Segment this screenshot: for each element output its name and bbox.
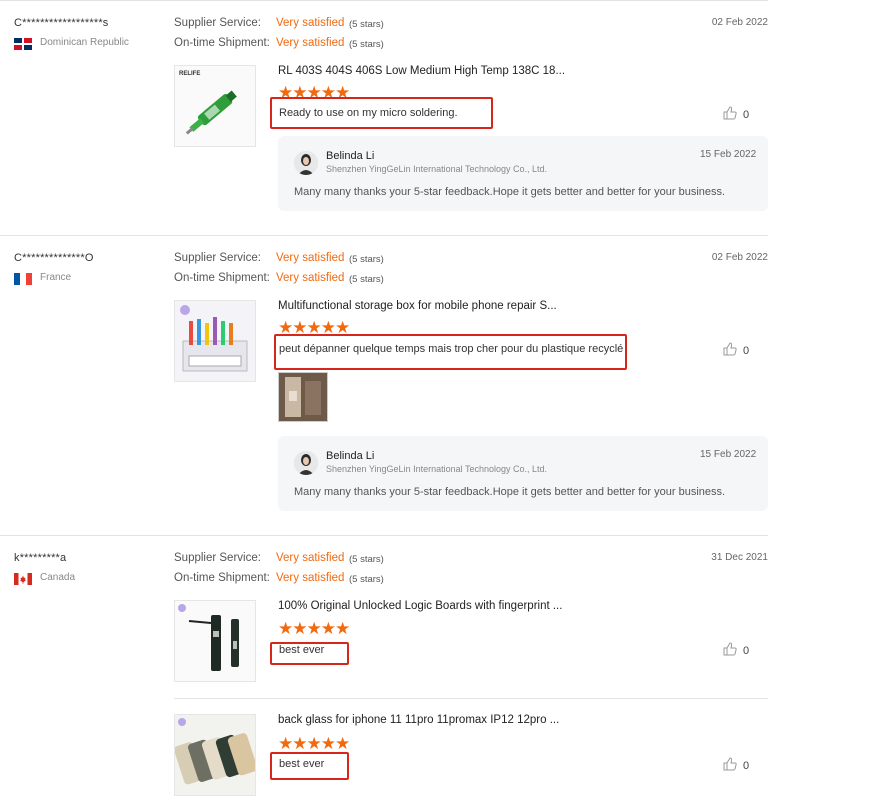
like-count: 0: [743, 344, 750, 357]
like-count: 0: [743, 644, 750, 657]
reply-date: 15 Feb 2022: [700, 449, 757, 460]
highlight-box: [274, 334, 627, 370]
review-photo[interactable]: [278, 372, 328, 422]
seller-avatar: [294, 451, 318, 475]
shipment-label: On-time Shipment:: [174, 272, 270, 284]
reply-text: Many many thanks your 5-star feedback.Ho…: [294, 186, 726, 198]
seller-name: Belinda Li: [326, 150, 375, 162]
buyer-country: France: [40, 272, 72, 283]
like-count: 0: [743, 108, 750, 121]
highlight-box: [270, 97, 493, 129]
supplier-service-value: Very satisfied: [276, 552, 345, 564]
flag-canada-icon: [14, 572, 32, 585]
shipment-value: Very satisfied: [276, 572, 345, 584]
like-button[interactable]: 0: [723, 757, 749, 774]
shipment-value: Very satisfied: [276, 37, 345, 49]
supplier-service-label: Supplier Service:: [174, 552, 261, 564]
product-rating-stars: ★★★★★: [278, 734, 350, 753]
seller-reply: Belinda Li Shenzhen YingGeLin Internatio…: [278, 136, 768, 211]
seller-reply: Belinda Li Shenzhen YingGeLin Internatio…: [278, 436, 768, 511]
product-image[interactable]: [174, 300, 256, 382]
like-button[interactable]: 0: [723, 342, 749, 359]
flag-dominican-republic-icon: [14, 37, 32, 50]
review-date: 02 Feb 2022: [711, 17, 768, 28]
like-count: 0: [743, 759, 750, 772]
product-title[interactable]: back glass for iphone 11 11pro 11promax …: [278, 714, 559, 726]
divider: [0, 0, 768, 1]
product-title[interactable]: 100% Original Unlocked Logic Boards with…: [278, 600, 562, 612]
supplier-service-stars: (5 stars): [349, 19, 384, 30]
reply-date: 15 Feb 2022: [700, 149, 757, 160]
supplier-service-value: Very satisfied: [276, 17, 345, 29]
product-image[interactable]: [174, 714, 256, 796]
divider: [0, 535, 768, 536]
reply-text: Many many thanks your 5-star feedback.Ho…: [294, 486, 726, 498]
divider: [0, 235, 768, 236]
seller-avatar: [294, 151, 318, 175]
like-button[interactable]: 0: [723, 106, 749, 123]
supplier-service-label: Supplier Service:: [174, 17, 261, 29]
product-image[interactable]: [174, 600, 256, 682]
buyer-name: k*********a: [14, 552, 67, 564]
divider: [174, 698, 768, 699]
like-button[interactable]: 0: [723, 642, 749, 659]
thumbs-up-icon: [723, 757, 737, 774]
shipment-label: On-time Shipment:: [174, 572, 270, 584]
buyer-name: C******************s: [14, 17, 109, 29]
flag-france-icon: [14, 272, 32, 285]
supplier-service-stars: (5 stars): [349, 554, 384, 565]
product-title[interactable]: Multifunctional storage box for mobile p…: [278, 300, 557, 312]
buyer-country: Canada: [40, 572, 76, 583]
review-date: 31 Dec 2021: [711, 552, 768, 563]
highlight-box: [270, 752, 349, 780]
highlight-box: [270, 642, 349, 665]
product-rating-stars: ★★★★★: [278, 619, 350, 638]
supplier-service-label: Supplier Service:: [174, 252, 261, 264]
thumbs-up-icon: [723, 342, 737, 359]
review-date: 02 Feb 2022: [711, 252, 768, 263]
shipment-stars: (5 stars): [349, 274, 384, 285]
shipment-value: Very satisfied: [276, 272, 345, 284]
shipment-stars: (5 stars): [349, 574, 384, 585]
shipment-stars: (5 stars): [349, 39, 384, 50]
product-image[interactable]: RELIFE: [174, 65, 256, 147]
svg-text:RELIFE: RELIFE: [179, 71, 200, 77]
buyer-country: Dominican Republic: [40, 37, 129, 48]
thumbs-up-icon: [723, 642, 737, 659]
seller-company: Shenzhen YingGeLin International Technol…: [326, 164, 547, 174]
thumbs-up-icon: [723, 106, 737, 123]
supplier-service-value: Very satisfied: [276, 252, 345, 264]
product-title[interactable]: RL 403S 404S 406S Low Medium High Temp 1…: [278, 65, 565, 77]
supplier-service-stars: (5 stars): [349, 254, 384, 265]
shipment-label: On-time Shipment:: [174, 37, 270, 49]
buyer-name: C**************O: [14, 252, 94, 264]
seller-company: Shenzhen YingGeLin International Technol…: [326, 464, 547, 474]
seller-name: Belinda Li: [326, 450, 375, 462]
